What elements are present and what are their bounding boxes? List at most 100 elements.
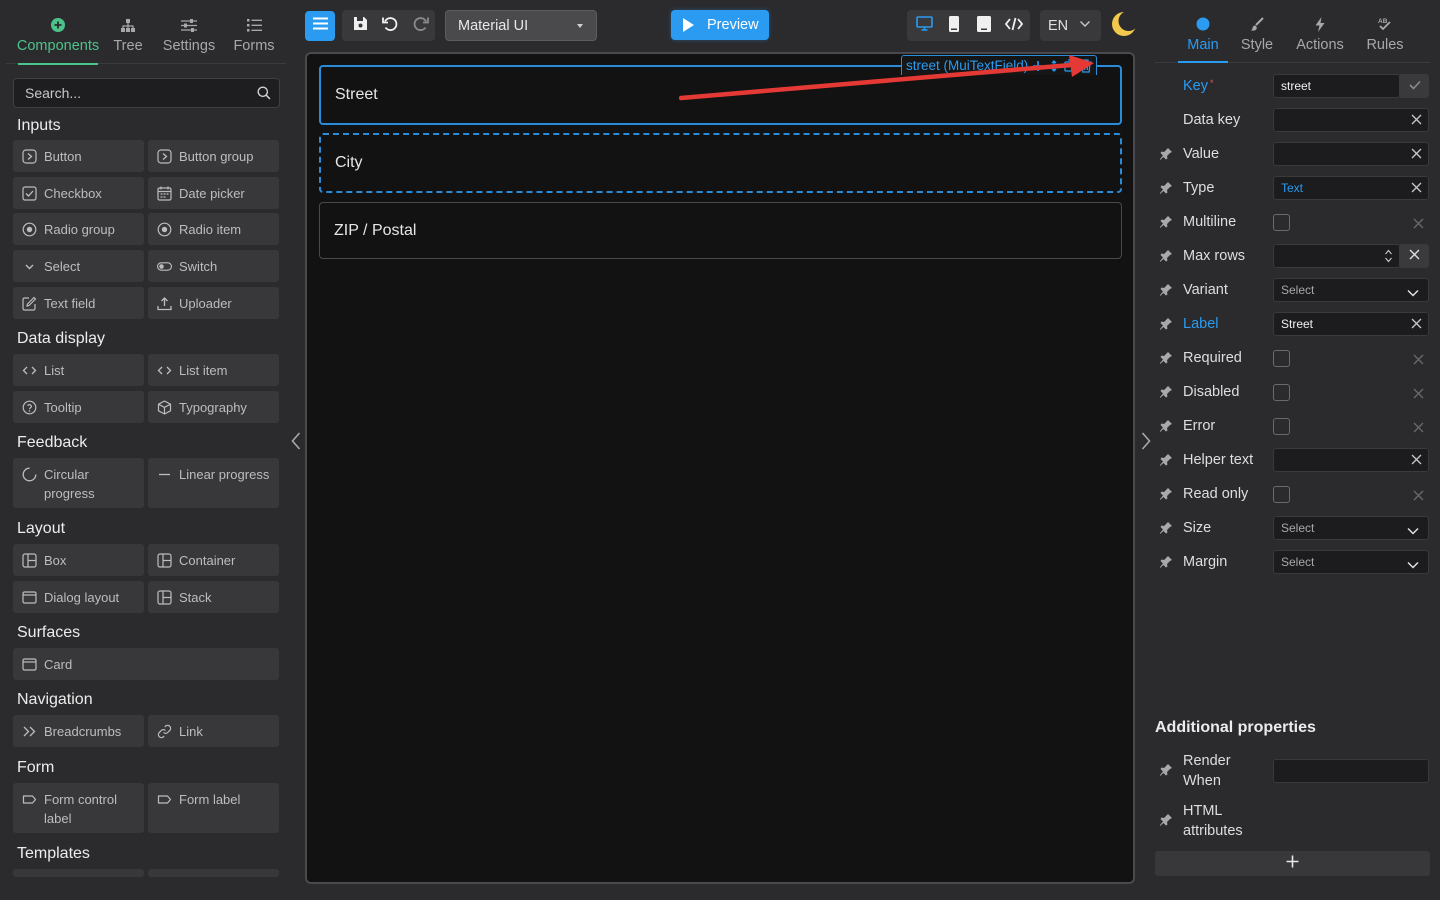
component-form-control-label[interactable]: Form control label: [13, 783, 144, 833]
component-date-picker[interactable]: Date picker: [148, 177, 279, 209]
tablet-view-button[interactable]: [969, 11, 999, 41]
component-uploader[interactable]: Uploader: [148, 287, 279, 319]
error-checkbox[interactable]: [1273, 418, 1290, 435]
margin-select[interactable]: Select: [1273, 550, 1429, 574]
collapse-left-panel[interactable]: [286, 428, 306, 458]
clear-icon[interactable]: [1413, 488, 1424, 506]
search-icon[interactable]: [257, 86, 271, 105]
component-text-field[interactable]: Text field: [13, 287, 144, 319]
data-key-input[interactable]: [1273, 108, 1429, 132]
component-linear-progress[interactable]: Linear progress: [148, 458, 279, 508]
mobile-view-button[interactable]: [939, 11, 969, 41]
search-input[interactable]: [14, 79, 279, 107]
tab-components[interactable]: Components: [14, 6, 102, 65]
pin-icon[interactable]: [1159, 813, 1173, 832]
component-stack[interactable]: Stack: [148, 581, 279, 613]
component-typography[interactable]: Typography: [148, 391, 279, 423]
tab-main[interactable]: Main: [1180, 6, 1226, 62]
key-input[interactable]: street: [1273, 74, 1400, 98]
component-template-partial[interactable]: [13, 869, 144, 877]
component-checkbox[interactable]: Checkbox: [13, 177, 144, 209]
component-radio-group[interactable]: Radio group: [13, 213, 144, 245]
ui-library-select[interactable]: Material UI: [445, 10, 597, 41]
tab-actions[interactable]: Actions: [1293, 6, 1347, 62]
component-switch[interactable]: Switch: [148, 250, 279, 282]
tab-style[interactable]: Style: [1237, 6, 1277, 62]
disabled-checkbox[interactable]: [1273, 384, 1290, 401]
pin-icon[interactable]: [1159, 351, 1173, 370]
type-input[interactable]: Text: [1273, 176, 1429, 200]
component-box[interactable]: Box: [13, 544, 144, 576]
upload-icon: [157, 296, 172, 311]
label-input[interactable]: Street: [1273, 312, 1429, 336]
clear-icon[interactable]: [1411, 114, 1422, 128]
clear-icon[interactable]: [1411, 182, 1422, 196]
render-when-input[interactable]: [1273, 759, 1429, 783]
component-form-label[interactable]: Form label: [148, 783, 279, 833]
tab-rules[interactable]: AB Rules: [1362, 6, 1408, 62]
component-button[interactable]: Button: [13, 140, 144, 172]
pin-icon[interactable]: [1159, 181, 1173, 200]
pin-icon[interactable]: [1159, 385, 1173, 404]
city-text-field[interactable]: City: [319, 133, 1122, 193]
code-view-button[interactable]: [999, 11, 1029, 41]
variant-select[interactable]: Select: [1273, 278, 1429, 302]
theme-toggle[interactable]: [1111, 11, 1139, 37]
component-tooltip[interactable]: Tooltip: [13, 391, 144, 423]
component-circular-progress[interactable]: Circular progress: [13, 458, 144, 508]
tab-tree[interactable]: Tree: [108, 6, 148, 64]
helper-text-input[interactable]: [1273, 448, 1429, 472]
preview-button[interactable]: Preview: [671, 10, 769, 40]
desktop-view-button[interactable]: [909, 11, 939, 41]
tag-icon: [157, 792, 172, 807]
component-list[interactable]: List: [13, 354, 144, 386]
component-card[interactable]: Card: [13, 648, 279, 680]
required-checkbox[interactable]: [1273, 350, 1290, 367]
max-rows-clear-button[interactable]: [1400, 244, 1429, 268]
component-radio-item[interactable]: Radio item: [148, 213, 279, 245]
component-link[interactable]: Link: [148, 715, 279, 747]
save-button[interactable]: [345, 11, 375, 41]
value-input[interactable]: [1273, 142, 1429, 166]
size-select[interactable]: Select: [1273, 516, 1429, 540]
pin-icon[interactable]: [1159, 215, 1173, 234]
undo-button[interactable]: [375, 11, 405, 41]
menu-button[interactable]: [305, 11, 335, 41]
pin-icon[interactable]: [1159, 487, 1173, 506]
component-template-partial[interactable]: [148, 869, 279, 877]
collapse-right-panel[interactable]: [1136, 428, 1156, 458]
clear-icon[interactable]: [1413, 386, 1424, 404]
read-only-checkbox[interactable]: [1273, 486, 1290, 503]
redo-button[interactable]: [405, 11, 435, 41]
zip-text-field[interactable]: ZIP / Postal: [319, 202, 1122, 259]
pin-icon[interactable]: [1159, 453, 1173, 472]
component-button-group[interactable]: Button group: [148, 140, 279, 172]
pin-icon[interactable]: [1159, 147, 1173, 166]
pin-icon[interactable]: [1159, 419, 1173, 438]
pin-icon[interactable]: [1159, 249, 1173, 268]
component-breadcrumbs[interactable]: Breadcrumbs: [13, 715, 144, 747]
key-confirm-button[interactable]: [1400, 74, 1429, 98]
pin-icon[interactable]: [1159, 555, 1173, 574]
add-property-button[interactable]: [1155, 851, 1430, 876]
multiline-checkbox[interactable]: [1273, 214, 1290, 231]
pin-icon[interactable]: [1159, 283, 1173, 302]
pin-icon[interactable]: [1159, 521, 1173, 540]
clear-icon[interactable]: [1413, 352, 1424, 370]
clear-icon[interactable]: [1413, 216, 1424, 234]
component-select[interactable]: Select: [13, 250, 144, 282]
clear-icon[interactable]: [1411, 454, 1422, 468]
component-dialog-layout[interactable]: Dialog layout: [13, 581, 144, 613]
tab-settings[interactable]: Settings: [160, 6, 218, 64]
tab-forms[interactable]: Forms: [232, 6, 276, 64]
clear-icon[interactable]: [1411, 318, 1422, 332]
clear-icon[interactable]: [1411, 148, 1422, 162]
component-list-item[interactable]: List item: [148, 354, 279, 386]
component-container[interactable]: Container: [148, 544, 279, 576]
pin-icon[interactable]: [1159, 763, 1173, 782]
language-select[interactable]: EN: [1040, 10, 1101, 41]
pin-icon[interactable]: [1159, 317, 1173, 336]
max-rows-input[interactable]: [1273, 244, 1400, 268]
spinner-arrows-icon[interactable]: [1384, 247, 1393, 268]
clear-icon[interactable]: [1413, 420, 1424, 438]
